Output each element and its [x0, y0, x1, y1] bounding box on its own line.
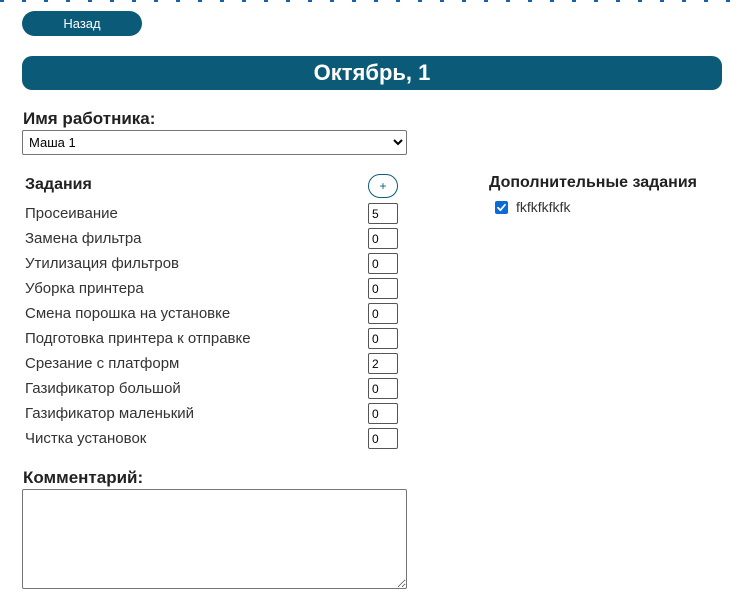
task-row: Чистка установок	[25, 426, 405, 451]
task-name: Газификатор маленький	[25, 405, 195, 422]
task-name: Замена фильтра	[25, 230, 142, 247]
task-name: Утилизация фильтров	[25, 255, 180, 272]
task-row: Газификатор большой	[25, 376, 405, 401]
page-title: Октябрь, 1	[313, 60, 431, 85]
task-name: Чистка установок	[25, 430, 147, 447]
back-button[interactable]: Назад	[22, 11, 142, 36]
task-row: Смена порошка на установке	[25, 301, 405, 326]
task-name: Просеивание	[25, 205, 118, 222]
add-task-button[interactable]: +	[368, 174, 398, 198]
task-row: Замена фильтра	[25, 226, 405, 251]
task-row: Уборка принтера	[25, 276, 405, 301]
extra-tasks-heading: Дополнительные задания	[489, 174, 698, 191]
task-count-input[interactable]	[368, 228, 398, 249]
task-name: Смена порошка на установке	[25, 305, 231, 322]
task-count-input[interactable]	[368, 353, 398, 374]
extra-task-label: fkfkfkfkfk	[516, 199, 571, 215]
task-list: Просеивание Замена фильтра Утилизация фи…	[25, 201, 405, 451]
comment-textarea[interactable]	[22, 489, 407, 589]
task-count-input[interactable]	[368, 328, 398, 349]
comment-label: Комментарий:	[23, 468, 144, 487]
tasks-heading: Задания	[25, 176, 92, 193]
task-row: Просеивание	[25, 201, 405, 226]
task-row: Утилизация фильтров	[25, 251, 405, 276]
task-name: Срезание с платформ	[25, 355, 180, 372]
task-count-input[interactable]	[368, 403, 398, 424]
task-count-input[interactable]	[368, 303, 398, 324]
task-name: Подготовка принтера к отправке	[25, 330, 251, 347]
task-count-input[interactable]	[368, 378, 398, 399]
extra-task-item[interactable]: fkfkfkfkfk	[495, 199, 570, 215]
task-row: Срезание с платформ	[25, 351, 405, 376]
task-count-input[interactable]	[368, 278, 398, 299]
task-count-input[interactable]	[368, 253, 398, 274]
date-header: Октябрь, 1	[22, 56, 722, 90]
worker-name-label: Имя работника:	[23, 109, 156, 128]
top-link-strip	[0, 0, 748, 2]
task-count-input[interactable]	[368, 203, 398, 224]
checkbox-checked-icon[interactable]	[495, 200, 508, 214]
task-row: Газификатор маленький	[25, 401, 405, 426]
task-name: Газификатор большой	[25, 380, 181, 397]
task-row: Подготовка принтера к отправке	[25, 326, 405, 351]
task-count-input[interactable]	[368, 428, 398, 449]
task-name: Уборка принтера	[25, 280, 144, 297]
worker-name-select[interactable]: Маша 1	[22, 130, 407, 155]
